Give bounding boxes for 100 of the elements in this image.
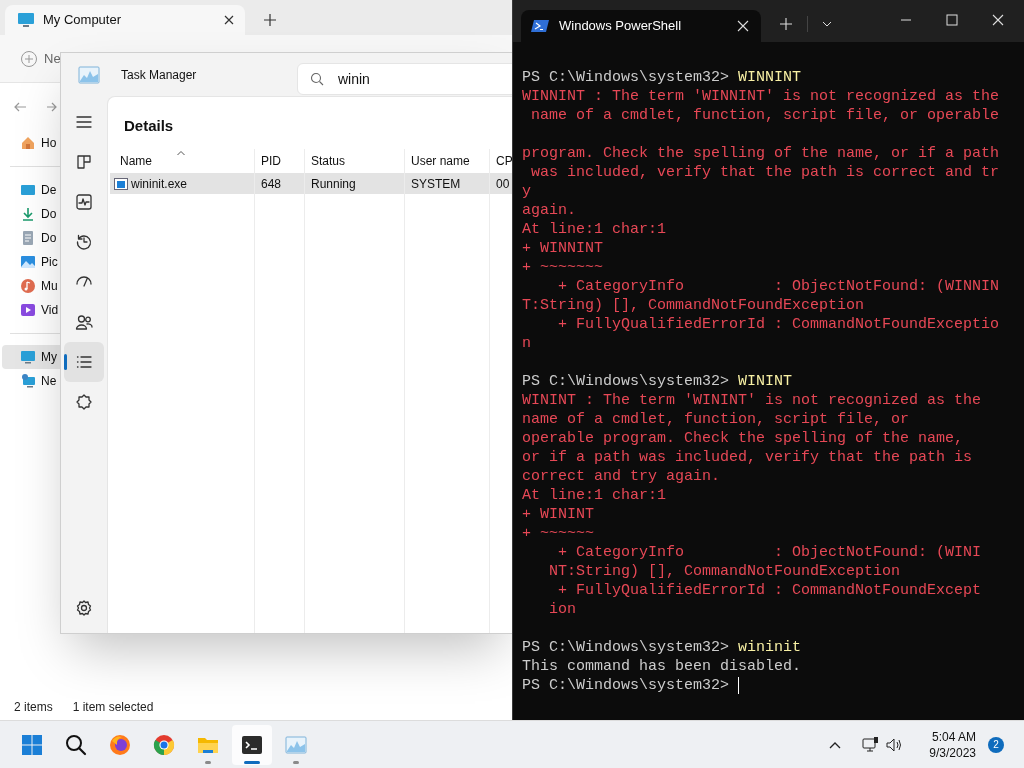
error-text: + FullyQualifiedErrorId : CommandNotFoundExcept bbox=[557, 581, 982, 600]
sidebar-item[interactable]: My bbox=[2, 345, 60, 369]
column-header[interactable]: CP bbox=[489, 149, 512, 173]
network-icon bbox=[861, 735, 880, 754]
sidebar-item[interactable]: Do bbox=[2, 226, 60, 250]
prompt-text: PS C:\Windows\system32> bbox=[522, 676, 730, 695]
output-text: This command has been disabled. bbox=[522, 657, 802, 676]
prompt-text: PS C:\Windows\system32> bbox=[522, 372, 730, 391]
close-icon bbox=[223, 14, 235, 26]
notification-badge[interactable]: 2 bbox=[988, 736, 1004, 753]
table-cell-text: 00 bbox=[495, 175, 511, 193]
error-text: name of a cmdlet, function, script file, or operable bbox=[530, 106, 1000, 125]
browser-logo-icon bbox=[152, 732, 176, 757]
terminal-tab[interactable]: Windows PowerShell bbox=[521, 10, 761, 42]
column-header[interactable]: PID bbox=[254, 149, 304, 173]
powershell-icon bbox=[531, 19, 549, 33]
clock[interactable]: 5:04 AM 9/3/2023 bbox=[929, 728, 976, 761]
table-cell-text: Running bbox=[310, 175, 357, 193]
error-text: + WINNINT bbox=[522, 239, 603, 258]
error-text: + CategoryInfo : ObjectNotFound: (WINI bbox=[557, 543, 982, 562]
error-text: program. Check the spelling of the name, or if a path bbox=[522, 144, 1000, 163]
error-text: + CategoryInfo : ObjectNotFound: (WINNIN bbox=[557, 277, 1000, 296]
column-header[interactable]: Status bbox=[304, 149, 404, 173]
table-cell: wininit.exe bbox=[110, 173, 254, 194]
new-tab-icon bbox=[779, 17, 793, 31]
home-icon bbox=[20, 135, 36, 151]
page-title: Details bbox=[124, 117, 174, 134]
pulse-icon bbox=[75, 193, 93, 211]
picture-icon bbox=[20, 254, 36, 270]
selection-count: 1 item selected bbox=[72, 699, 154, 716]
error-text: + WININT bbox=[522, 505, 594, 524]
command-text: WININT bbox=[738, 372, 793, 391]
taskbar-app[interactable] bbox=[232, 724, 272, 765]
column-header[interactable]: Name bbox=[108, 149, 254, 173]
error-text: NT:String) [], CommandNotFoundException bbox=[548, 562, 901, 581]
list-icon bbox=[75, 353, 93, 371]
error-text: correct and try again. bbox=[522, 467, 721, 486]
error-text: name of a cmdlet, function, script file, or bbox=[522, 410, 910, 429]
error-text: T:String) [], CommandNotFoundException bbox=[522, 296, 865, 315]
monitor-icon bbox=[17, 12, 35, 28]
new-button[interactable]: Ne bbox=[44, 48, 61, 69]
settings-icon bbox=[75, 599, 93, 617]
error-text: + FullyQualifiedErrorId : CommandNotFoundExceptio bbox=[557, 315, 1000, 334]
explorer-tab[interactable]: My Computer bbox=[5, 5, 245, 35]
maximize-icon bbox=[946, 14, 958, 26]
plus-circle-icon bbox=[20, 49, 38, 68]
sidebar-item[interactable]: Pic bbox=[2, 250, 60, 274]
search-icon bbox=[64, 732, 88, 757]
window-title: Task Manager bbox=[121, 66, 197, 84]
error-text: was included, verify that the path is correct and tr bbox=[530, 163, 1000, 182]
process-icon bbox=[114, 177, 128, 190]
sidebar-item[interactable]: Do bbox=[2, 202, 60, 226]
command-text: WINNINT bbox=[738, 68, 802, 87]
close-icon bbox=[737, 20, 749, 32]
error-text: n bbox=[522, 334, 531, 353]
users-icon bbox=[75, 313, 93, 331]
table-cell-text: SYSTEM bbox=[410, 175, 462, 193]
error-text: + ~~~~~~ bbox=[522, 524, 594, 543]
sidebar-item[interactable]: De bbox=[2, 178, 60, 202]
dropdown-caret-icon bbox=[822, 21, 832, 27]
history-icon bbox=[75, 233, 93, 251]
forward-arrow-icon bbox=[47, 100, 57, 114]
menu-icon bbox=[75, 113, 93, 131]
chevron-up-icon bbox=[829, 740, 842, 749]
item-count: 2 items bbox=[14, 699, 53, 716]
sidebar-item[interactable]: Vid bbox=[2, 298, 60, 322]
new-tab-icon bbox=[263, 13, 277, 27]
music-icon bbox=[20, 278, 36, 294]
table-row[interactable]: wininit.exe 648 Running SYSTEM 00 bbox=[110, 173, 512, 194]
document-icon bbox=[20, 230, 36, 246]
desktop-icon bbox=[20, 182, 36, 198]
video-icon bbox=[20, 302, 36, 318]
error-text: + ~~~~~~~ bbox=[522, 258, 603, 277]
table-cell-text: 648 bbox=[260, 175, 283, 193]
search-icon bbox=[310, 72, 324, 86]
sidebar-item[interactable]: Mu bbox=[2, 274, 60, 298]
error-text: WINNINT : The term 'WINNINT' is not recognized as the bbox=[522, 87, 1000, 106]
close-icon bbox=[992, 14, 1004, 26]
back-arrow-icon bbox=[13, 100, 27, 114]
computer-icon bbox=[20, 349, 36, 365]
fox-globe-icon bbox=[108, 732, 132, 757]
sidebar-item[interactable]: Ne bbox=[2, 369, 60, 393]
column-header[interactable]: User name bbox=[404, 149, 489, 173]
grid-icon bbox=[75, 153, 93, 171]
speaker-icon bbox=[885, 736, 904, 753]
prompt-text: PS C:\Windows\system32> bbox=[522, 68, 730, 87]
error-text: or if a path was included, verify that the path is bbox=[522, 448, 973, 467]
error-text: again. bbox=[522, 201, 576, 220]
error-text: ion bbox=[548, 600, 576, 619]
error-text: WININT : The term 'WININT' is not recognized as the bbox=[522, 391, 982, 410]
nav-item[interactable] bbox=[64, 342, 104, 382]
sidebar-item[interactable]: Ho bbox=[2, 131, 60, 155]
prompt-text: PS C:\Windows\system32> bbox=[522, 638, 730, 657]
error-text: At line:1 char:1 bbox=[522, 486, 667, 505]
download-icon bbox=[20, 206, 36, 222]
command-text: wininit bbox=[738, 638, 802, 657]
error-text: y bbox=[522, 182, 531, 201]
error-text: operable program. Check the spelling of the name, bbox=[522, 429, 964, 448]
error-text: At line:1 char:1 bbox=[522, 220, 667, 239]
search-field[interactable]: winin bbox=[297, 63, 512, 95]
